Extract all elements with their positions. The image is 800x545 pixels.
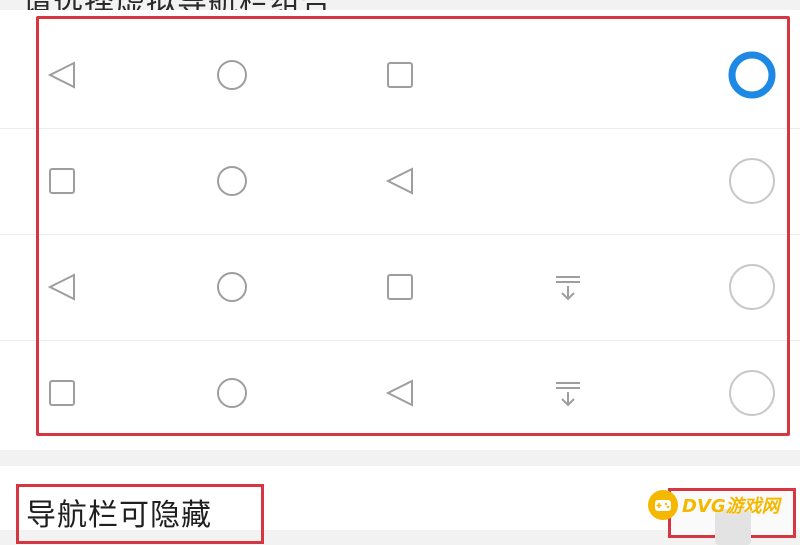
combo-3-radio[interactable] [716, 234, 788, 340]
back-icon [368, 340, 432, 446]
watermark-text: DVG游戏网 [682, 496, 780, 517]
navbar-combo-list [0, 10, 800, 450]
recents-icon [368, 22, 432, 128]
navbar-combo-option-3[interactable] [0, 234, 800, 341]
home-icon [200, 22, 264, 128]
gamepad-icon [648, 490, 678, 520]
back-icon [30, 234, 94, 340]
combo-4-radio[interactable] [716, 340, 788, 446]
hide-navbar-label-highlight-box [16, 484, 264, 544]
navbar-combo-option-4[interactable] [0, 340, 800, 446]
pull-notification-icon [536, 234, 600, 340]
navbar-combo-option-2[interactable] [0, 128, 800, 235]
recents-icon [30, 340, 94, 446]
pull-notification-icon [536, 340, 600, 446]
combo-1-radio[interactable] [716, 22, 788, 128]
navbar-combo-option-1[interactable] [0, 22, 800, 129]
combo-2-radio[interactable] [716, 128, 788, 234]
home-icon [200, 340, 264, 446]
watermark-logo: DVG游戏网 [648, 488, 798, 522]
home-icon [200, 234, 264, 340]
back-icon [368, 128, 432, 234]
recents-icon [30, 128, 94, 234]
recents-icon [368, 234, 432, 340]
home-icon [200, 128, 264, 234]
back-icon [30, 22, 94, 128]
